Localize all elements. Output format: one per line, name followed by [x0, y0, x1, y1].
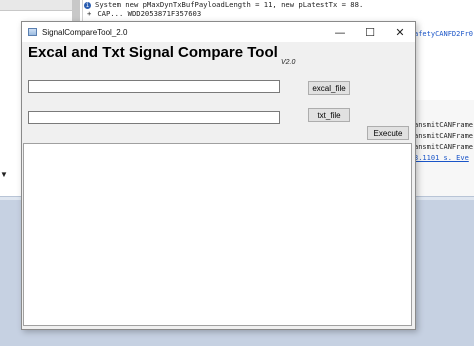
dropdown-arrow-icon[interactable]: ▼ — [0, 170, 8, 179]
txt-file-button[interactable]: txt_file — [308, 108, 350, 122]
version-label: V2.0 — [281, 59, 296, 66]
maximize-button[interactable]: ☐ — [355, 22, 385, 42]
app-heading: Excal and Txt Signal Compare Tool — [28, 44, 278, 61]
log-line: ansmitCANFrame — [414, 143, 474, 151]
txt-file-path-input[interactable] — [28, 111, 280, 124]
close-button[interactable]: ✕ — [385, 22, 415, 42]
console-line: + CAP... WDD2053871F357603 — [87, 9, 202, 18]
signal-compare-window: SignalCompareTool_2.0 — ☐ ✕ Excal and Tx… — [21, 21, 416, 330]
excal-file-button[interactable]: excal_file — [308, 81, 350, 95]
background-left-toolbar — [0, 0, 80, 11]
minimize-button[interactable]: — — [325, 22, 355, 42]
console-line: i System new pMaxDynTxBufPayloadLength = … — [84, 0, 364, 9]
app-window-icon — [28, 28, 37, 36]
log-line: ansmitCANFrame — [414, 121, 474, 129]
background-link[interactable]: afetyCANFD2Fr0: — [414, 30, 474, 38]
excal-file-path-input[interactable] — [28, 80, 280, 93]
info-icon: i — [84, 1, 91, 9]
output-text-area[interactable] — [23, 143, 412, 326]
window-title: SignalCompareTool_2.0 — [42, 27, 128, 37]
log-link[interactable]: 3.1101 s. Eve — [414, 153, 474, 164]
log-line: ansmitCANFrame — [414, 132, 474, 140]
window-controls: — ☐ ✕ — [325, 22, 415, 42]
title-bar[interactable]: SignalCompareTool_2.0 — ☐ ✕ — [22, 22, 415, 42]
background-log-lines: ansmitCANFrame ansmitCANFrame ansmitCANF… — [414, 120, 474, 164]
execute-button[interactable]: Execute — [367, 126, 409, 140]
background-scrollbar-thumb[interactable] — [72, 0, 80, 22]
expand-icon[interactable]: + — [87, 9, 91, 18]
